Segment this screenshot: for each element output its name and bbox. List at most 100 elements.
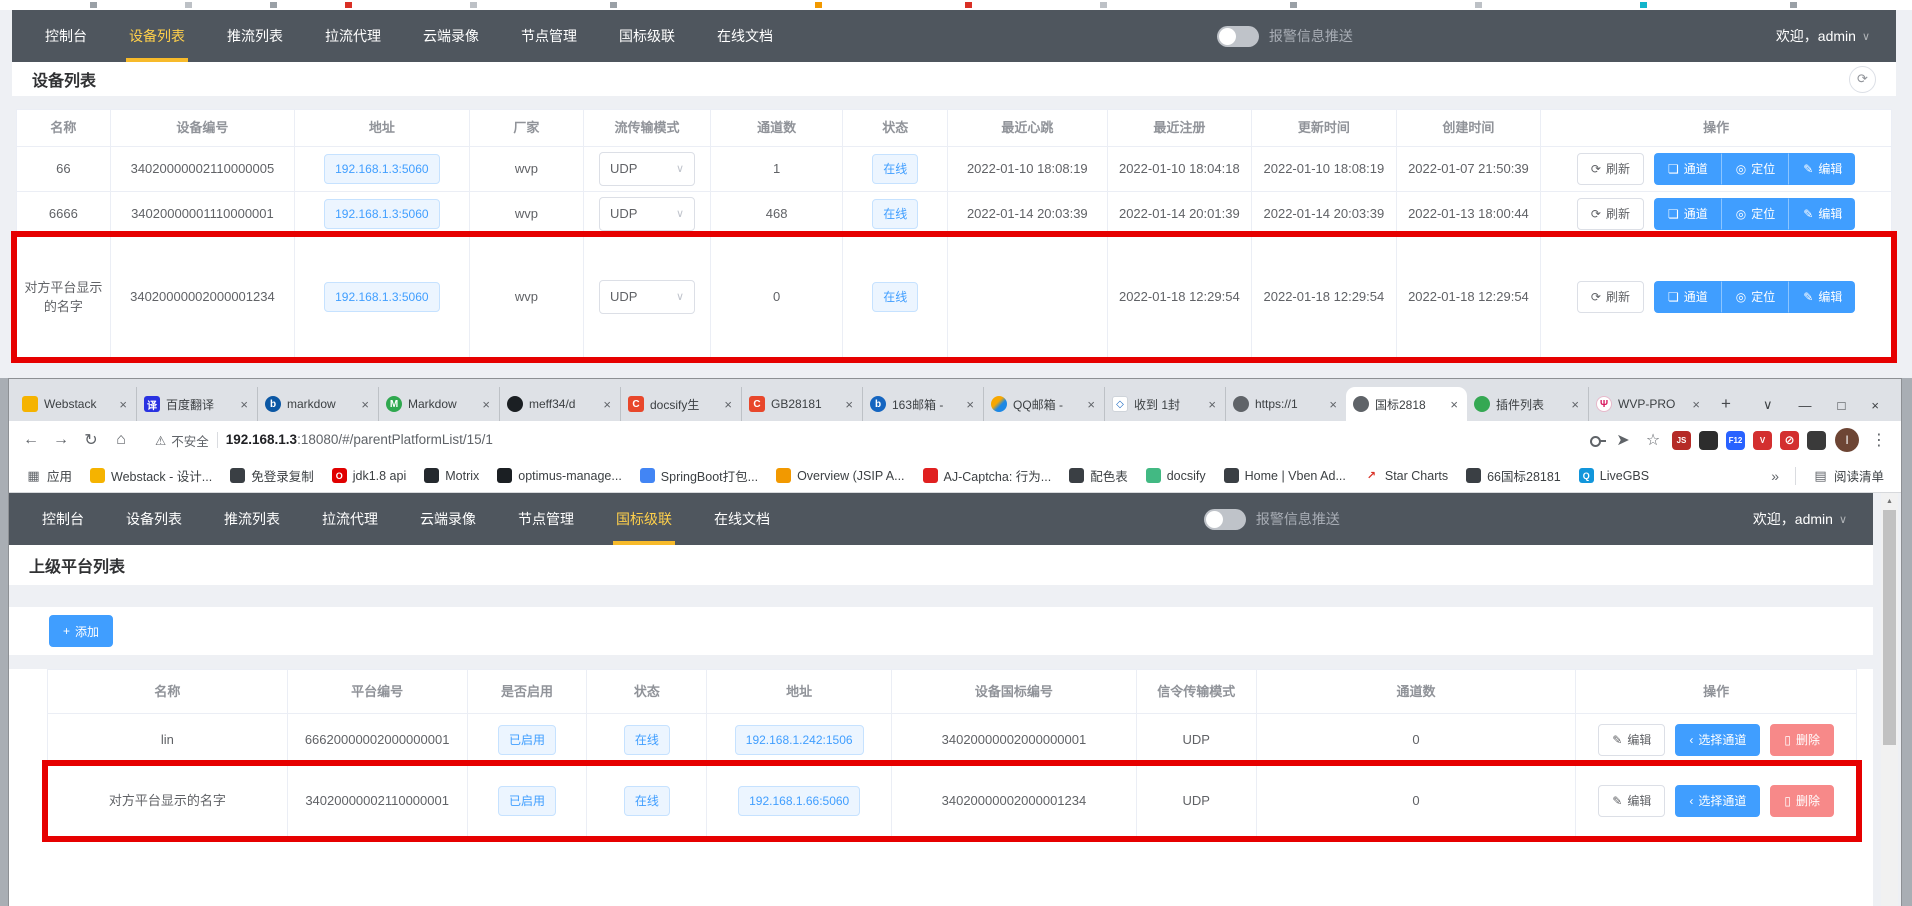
refresh-button[interactable]: ⟳刷新: [1577, 198, 1644, 230]
delete-button[interactable]: ▯删除: [1770, 724, 1834, 756]
nav-item-push-list[interactable]: 推流列表: [203, 493, 301, 545]
nav-item-console[interactable]: 控制台: [21, 493, 105, 545]
close-icon[interactable]: ×: [1569, 397, 1581, 412]
browser-tab[interactable]: Cdocsify生×: [620, 387, 741, 421]
close-icon[interactable]: ×: [480, 397, 492, 412]
nav-item-device-list[interactable]: 设备列表: [108, 10, 206, 62]
bookmark-item[interactable]: 配色表: [1062, 463, 1135, 488]
bookmark-item[interactable]: 免登录复制: [223, 463, 321, 488]
close-icon[interactable]: ×: [1448, 397, 1460, 412]
close-icon[interactable]: ×: [359, 397, 371, 412]
browser-tab[interactable]: https://1×: [1225, 387, 1346, 421]
maximize-icon[interactable]: □: [1838, 398, 1846, 413]
browser-tab[interactable]: QQ邮箱 -×: [983, 387, 1104, 421]
locate-button[interactable]: ◎定位: [1722, 198, 1790, 230]
refresh-button[interactable]: ⟳刷新: [1577, 281, 1644, 313]
browser-tab[interactable]: bmarkdow×: [257, 387, 378, 421]
nav-item-pull-proxy[interactable]: 拉流代理: [301, 493, 399, 545]
user-menu[interactable]: 欢迎，admin ∨: [1753, 493, 1873, 545]
bookmarks-overflow-icon[interactable]: »: [1765, 468, 1785, 484]
js-extension-icon[interactable]: JS: [1672, 431, 1691, 450]
page-scrollbar[interactable]: ▲: [1881, 493, 1898, 906]
bookmark-item[interactable]: Home | Vben Ad...: [1217, 465, 1353, 486]
address-bar[interactable]: ⚠不安全 192.168.1.3:18080/#/parentPlatformL…: [143, 426, 1581, 455]
refresh-page-button[interactable]: ⟳: [1849, 66, 1876, 93]
close-icon[interactable]: ×: [964, 397, 976, 412]
bookmark-item[interactable]: Motrix: [417, 465, 486, 486]
bookmark-item[interactable]: optimus-manage...: [490, 465, 629, 486]
select-channel-button[interactable]: ‹选择通道: [1675, 724, 1760, 756]
edit-button[interactable]: ✎编辑: [1598, 785, 1665, 817]
bookmark-item[interactable]: ↗Star Charts: [1357, 465, 1455, 486]
stream-mode-select[interactable]: UDP∨: [599, 280, 695, 314]
browser-tab[interactable]: CGB28181×: [741, 387, 862, 421]
close-icon[interactable]: ×: [1085, 397, 1097, 412]
close-icon[interactable]: ×: [238, 397, 250, 412]
channel-button[interactable]: ❏通道: [1654, 153, 1722, 185]
browser-tab[interactable]: 译百度翻译×: [136, 387, 257, 421]
close-icon[interactable]: ×: [843, 397, 855, 412]
nav-item-cloud-record[interactable]: 云端录像: [402, 10, 500, 62]
browser-tab[interactable]: 插件列表×: [1467, 387, 1588, 421]
close-icon[interactable]: ×: [117, 397, 129, 412]
bookmark-item[interactable]: QLiveGBS: [1572, 465, 1656, 486]
channel-button[interactable]: ❏通道: [1654, 198, 1722, 230]
delete-button[interactable]: ▯删除: [1770, 785, 1834, 817]
tab-search-icon[interactable]: ∨: [1763, 397, 1773, 413]
address-badge[interactable]: 192.168.1.66:5060: [738, 786, 860, 816]
address-badge[interactable]: 192.168.1.242:1506: [735, 725, 864, 755]
browser-tab[interactable]: MMarkdow×: [378, 387, 499, 421]
nav-item-node-manage[interactable]: 节点管理: [500, 10, 598, 62]
vue-devtools-icon[interactable]: V: [1753, 431, 1772, 450]
close-icon[interactable]: ×: [722, 397, 734, 412]
nav-item-push-list[interactable]: 推流列表: [206, 10, 304, 62]
nav-item-cloud-record[interactable]: 云端录像: [399, 493, 497, 545]
nav-item-node-manage[interactable]: 节点管理: [497, 493, 595, 545]
nav-item-pull-proxy[interactable]: 拉流代理: [304, 10, 402, 62]
browser-tab-active[interactable]: 国标2818×: [1346, 387, 1467, 421]
password-key-icon[interactable]: [1589, 432, 1607, 448]
scrollbar-thumb[interactable]: [1883, 510, 1896, 745]
reading-list-button[interactable]: ▤阅读清单: [1806, 463, 1891, 488]
add-button[interactable]: +添加: [49, 615, 113, 647]
stream-mode-select[interactable]: UDP∨: [599, 152, 695, 186]
bookmark-item[interactable]: Overview (JSIP A...: [769, 465, 911, 486]
nav-item-online-docs[interactable]: 在线文档: [696, 10, 794, 62]
browser-tab[interactable]: ΨWVP-PRO×: [1588, 387, 1709, 421]
edit-button[interactable]: ✎编辑: [1789, 198, 1855, 230]
extension-puzzle-icon[interactable]: [1807, 431, 1826, 450]
close-icon[interactable]: ×: [1690, 397, 1702, 412]
profile-avatar[interactable]: I: [1835, 428, 1859, 452]
nav-item-gb-cascade[interactable]: 国标级联: [595, 493, 693, 545]
bookmark-star-icon[interactable]: ☆: [1639, 426, 1667, 454]
home-icon[interactable]: ⌂: [107, 426, 135, 454]
send-to-device-icon[interactable]: ➤: [1609, 426, 1637, 454]
refresh-button[interactable]: ⟳刷新: [1577, 153, 1644, 185]
alarm-toggle[interactable]: [1204, 509, 1246, 530]
dark-reader-icon[interactable]: [1699, 431, 1718, 450]
browser-tab[interactable]: Webstack×: [15, 387, 136, 421]
close-icon[interactable]: ×: [1327, 397, 1339, 412]
stream-mode-select[interactable]: UDP∨: [599, 197, 695, 231]
bookmark-item[interactable]: docsify: [1139, 465, 1213, 486]
close-icon[interactable]: ×: [601, 397, 613, 412]
bookmark-item[interactable]: 66国标28181: [1459, 463, 1568, 488]
channel-button[interactable]: ❏通道: [1654, 281, 1722, 313]
edit-button[interactable]: ✎编辑: [1789, 153, 1855, 185]
browser-tab[interactable]: b163邮箱 -×: [862, 387, 983, 421]
close-window-icon[interactable]: ×: [1871, 398, 1879, 413]
apps-shortcut[interactable]: ▦应用: [19, 463, 79, 488]
address-badge[interactable]: 192.168.1.3:5060: [324, 282, 439, 312]
close-icon[interactable]: ×: [1206, 397, 1218, 412]
browser-tab[interactable]: meff34/d×: [499, 387, 620, 421]
edit-button[interactable]: ✎编辑: [1789, 281, 1855, 313]
user-menu[interactable]: 欢迎，admin ∨: [1776, 10, 1896, 62]
browser-tab[interactable]: ◇收到 1封×: [1104, 387, 1225, 421]
scroll-up-icon[interactable]: ▲: [1881, 493, 1898, 509]
menu-dots-icon[interactable]: ⋮: [1865, 426, 1893, 454]
bookmark-item[interactable]: SpringBoot打包...: [633, 463, 765, 488]
reload-icon[interactable]: ↻: [77, 426, 105, 454]
nav-item-device-list[interactable]: 设备列表: [105, 493, 203, 545]
new-tab-button[interactable]: +: [1713, 391, 1739, 417]
locate-button[interactable]: ◎定位: [1722, 153, 1790, 185]
